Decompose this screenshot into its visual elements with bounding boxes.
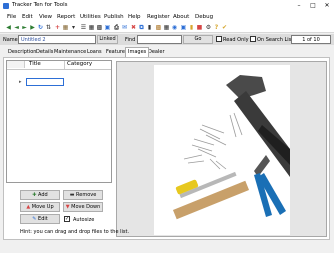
grid-row-header-corner [7, 61, 25, 68]
name-field[interactable]: Untitled 2 [18, 35, 96, 44]
row-indicator-icon: ▸ [19, 79, 22, 85]
tool-photo [154, 65, 290, 235]
filter-icon[interactable]: ▾ [70, 24, 77, 31]
table-icon[interactable]: ▦ [163, 24, 170, 31]
help-icon[interactable]: ? [213, 24, 220, 31]
on-search-list-label: On Search List [257, 37, 294, 43]
chart-icon[interactable]: ▩ [155, 24, 162, 31]
linked-button[interactable]: Linked [97, 35, 118, 44]
table-row[interactable] [26, 78, 64, 86]
name-label: Name [3, 37, 18, 43]
tab-loans[interactable]: Loans [85, 48, 104, 57]
nails [183, 112, 243, 170]
find-field[interactable] [137, 35, 182, 44]
sort-icon[interactable]: ⇅ [45, 24, 52, 31]
record-counter: 1 of 10 [291, 35, 331, 44]
autosize-label: Autosize [73, 217, 95, 223]
menu-debug[interactable]: Debug [195, 14, 213, 20]
note-icon[interactable]: ▮ [188, 24, 195, 31]
arrow-up-icon: ▲ [26, 204, 31, 210]
tab-images[interactable]: Images [125, 47, 150, 57]
refresh-icon[interactable]: ↻ [37, 24, 44, 31]
camera-icon[interactable]: ▣ [180, 24, 187, 31]
title-bar: Tracker Ten for Tools – □ ✕ [0, 0, 334, 12]
on-search-list-checkbox[interactable] [250, 36, 256, 42]
edit-icon: ✎ [32, 216, 37, 222]
delete-icon[interactable]: ✖ [130, 24, 137, 31]
remove-button[interactable]: ▬ Remove [63, 190, 103, 200]
first-record-icon[interactable]: ◀ [5, 24, 12, 31]
menu-utilities[interactable]: Utilities [80, 14, 101, 20]
close-button[interactable]: ✕ [320, 0, 334, 12]
move-down-button[interactable]: ▼ Move Down [63, 202, 103, 212]
move-up-button-label: Move Up [31, 204, 54, 210]
add-button-label: Add [38, 192, 48, 198]
menu-edit[interactable]: Edit [22, 14, 33, 20]
next-record-icon[interactable]: ► [21, 24, 28, 31]
paste-icon[interactable]: ▮ [146, 24, 153, 31]
pliers-head [254, 155, 270, 177]
checkmark-icon[interactable]: ✔ [221, 24, 228, 31]
column-header-title[interactable]: Title [29, 60, 41, 68]
menu-file[interactable]: File [7, 14, 16, 20]
email-icon[interactable]: ✉ [121, 24, 128, 31]
move-up-button[interactable]: ▲ Move Up [20, 202, 60, 212]
move-down-button-label: Move Down [71, 204, 101, 210]
edit-button-label: Edit [38, 216, 48, 222]
add-icon: ✚ [32, 192, 37, 198]
list-view-icon[interactable]: ☰ [80, 24, 87, 31]
read-only-checkbox[interactable] [216, 36, 222, 42]
lock-icon[interactable]: ■ [196, 24, 203, 31]
folder-icon[interactable]: ▦ [62, 24, 69, 31]
tools-illustration [172, 75, 290, 220]
edit-button[interactable]: ✎ Edit [20, 214, 60, 224]
go-button[interactable]: Go [183, 35, 213, 44]
header-divider [7, 69, 111, 70]
find-label: Find [125, 37, 136, 43]
minimize-button[interactable]: – [292, 0, 306, 12]
autosize-checkbox[interactable]: ✓ [64, 216, 70, 222]
column-header-category[interactable]: Category [67, 60, 92, 68]
read-only-label: Read Only [223, 37, 249, 43]
copy-icon[interactable]: ⧉ [138, 24, 145, 31]
menu-help[interactable]: Help [128, 14, 141, 20]
remove-button-label: Remove [76, 192, 97, 198]
status-bar [0, 243, 334, 253]
grid-view-icon[interactable]: ▦ [88, 24, 95, 31]
menu-view[interactable]: View [39, 14, 52, 20]
save-icon[interactable]: ▣ [104, 24, 111, 31]
menu-register[interactable]: Register [147, 14, 170, 20]
arrow-down-icon: ▼ [65, 204, 70, 210]
print-icon[interactable]: ⎙ [113, 24, 120, 31]
web-icon[interactable]: ◉ [171, 24, 178, 31]
detail-view-icon[interactable]: ▩ [96, 24, 103, 31]
menu-about[interactable]: About [173, 14, 189, 20]
window-title: Tracker Ten for Tools [12, 2, 68, 8]
app-icon [3, 3, 9, 9]
previous-record-icon[interactable]: ◄ [13, 24, 20, 31]
menu-report[interactable]: Report [57, 14, 75, 20]
last-record-icon[interactable]: ▶ [29, 24, 36, 31]
tab-maintenance[interactable]: Maintenance [52, 48, 88, 57]
hint-text: Hint: you can drag and drop files to the… [20, 229, 130, 235]
settings-icon[interactable]: ⚙ [205, 24, 212, 31]
add-record-icon[interactable]: + [54, 24, 61, 31]
column-divider [64, 61, 65, 69]
maximize-button[interactable]: □ [306, 0, 320, 12]
menu-publish[interactable]: Publish [104, 14, 124, 20]
remove-icon: ▬ [69, 192, 75, 198]
add-button[interactable]: ✚ Add [20, 190, 60, 200]
